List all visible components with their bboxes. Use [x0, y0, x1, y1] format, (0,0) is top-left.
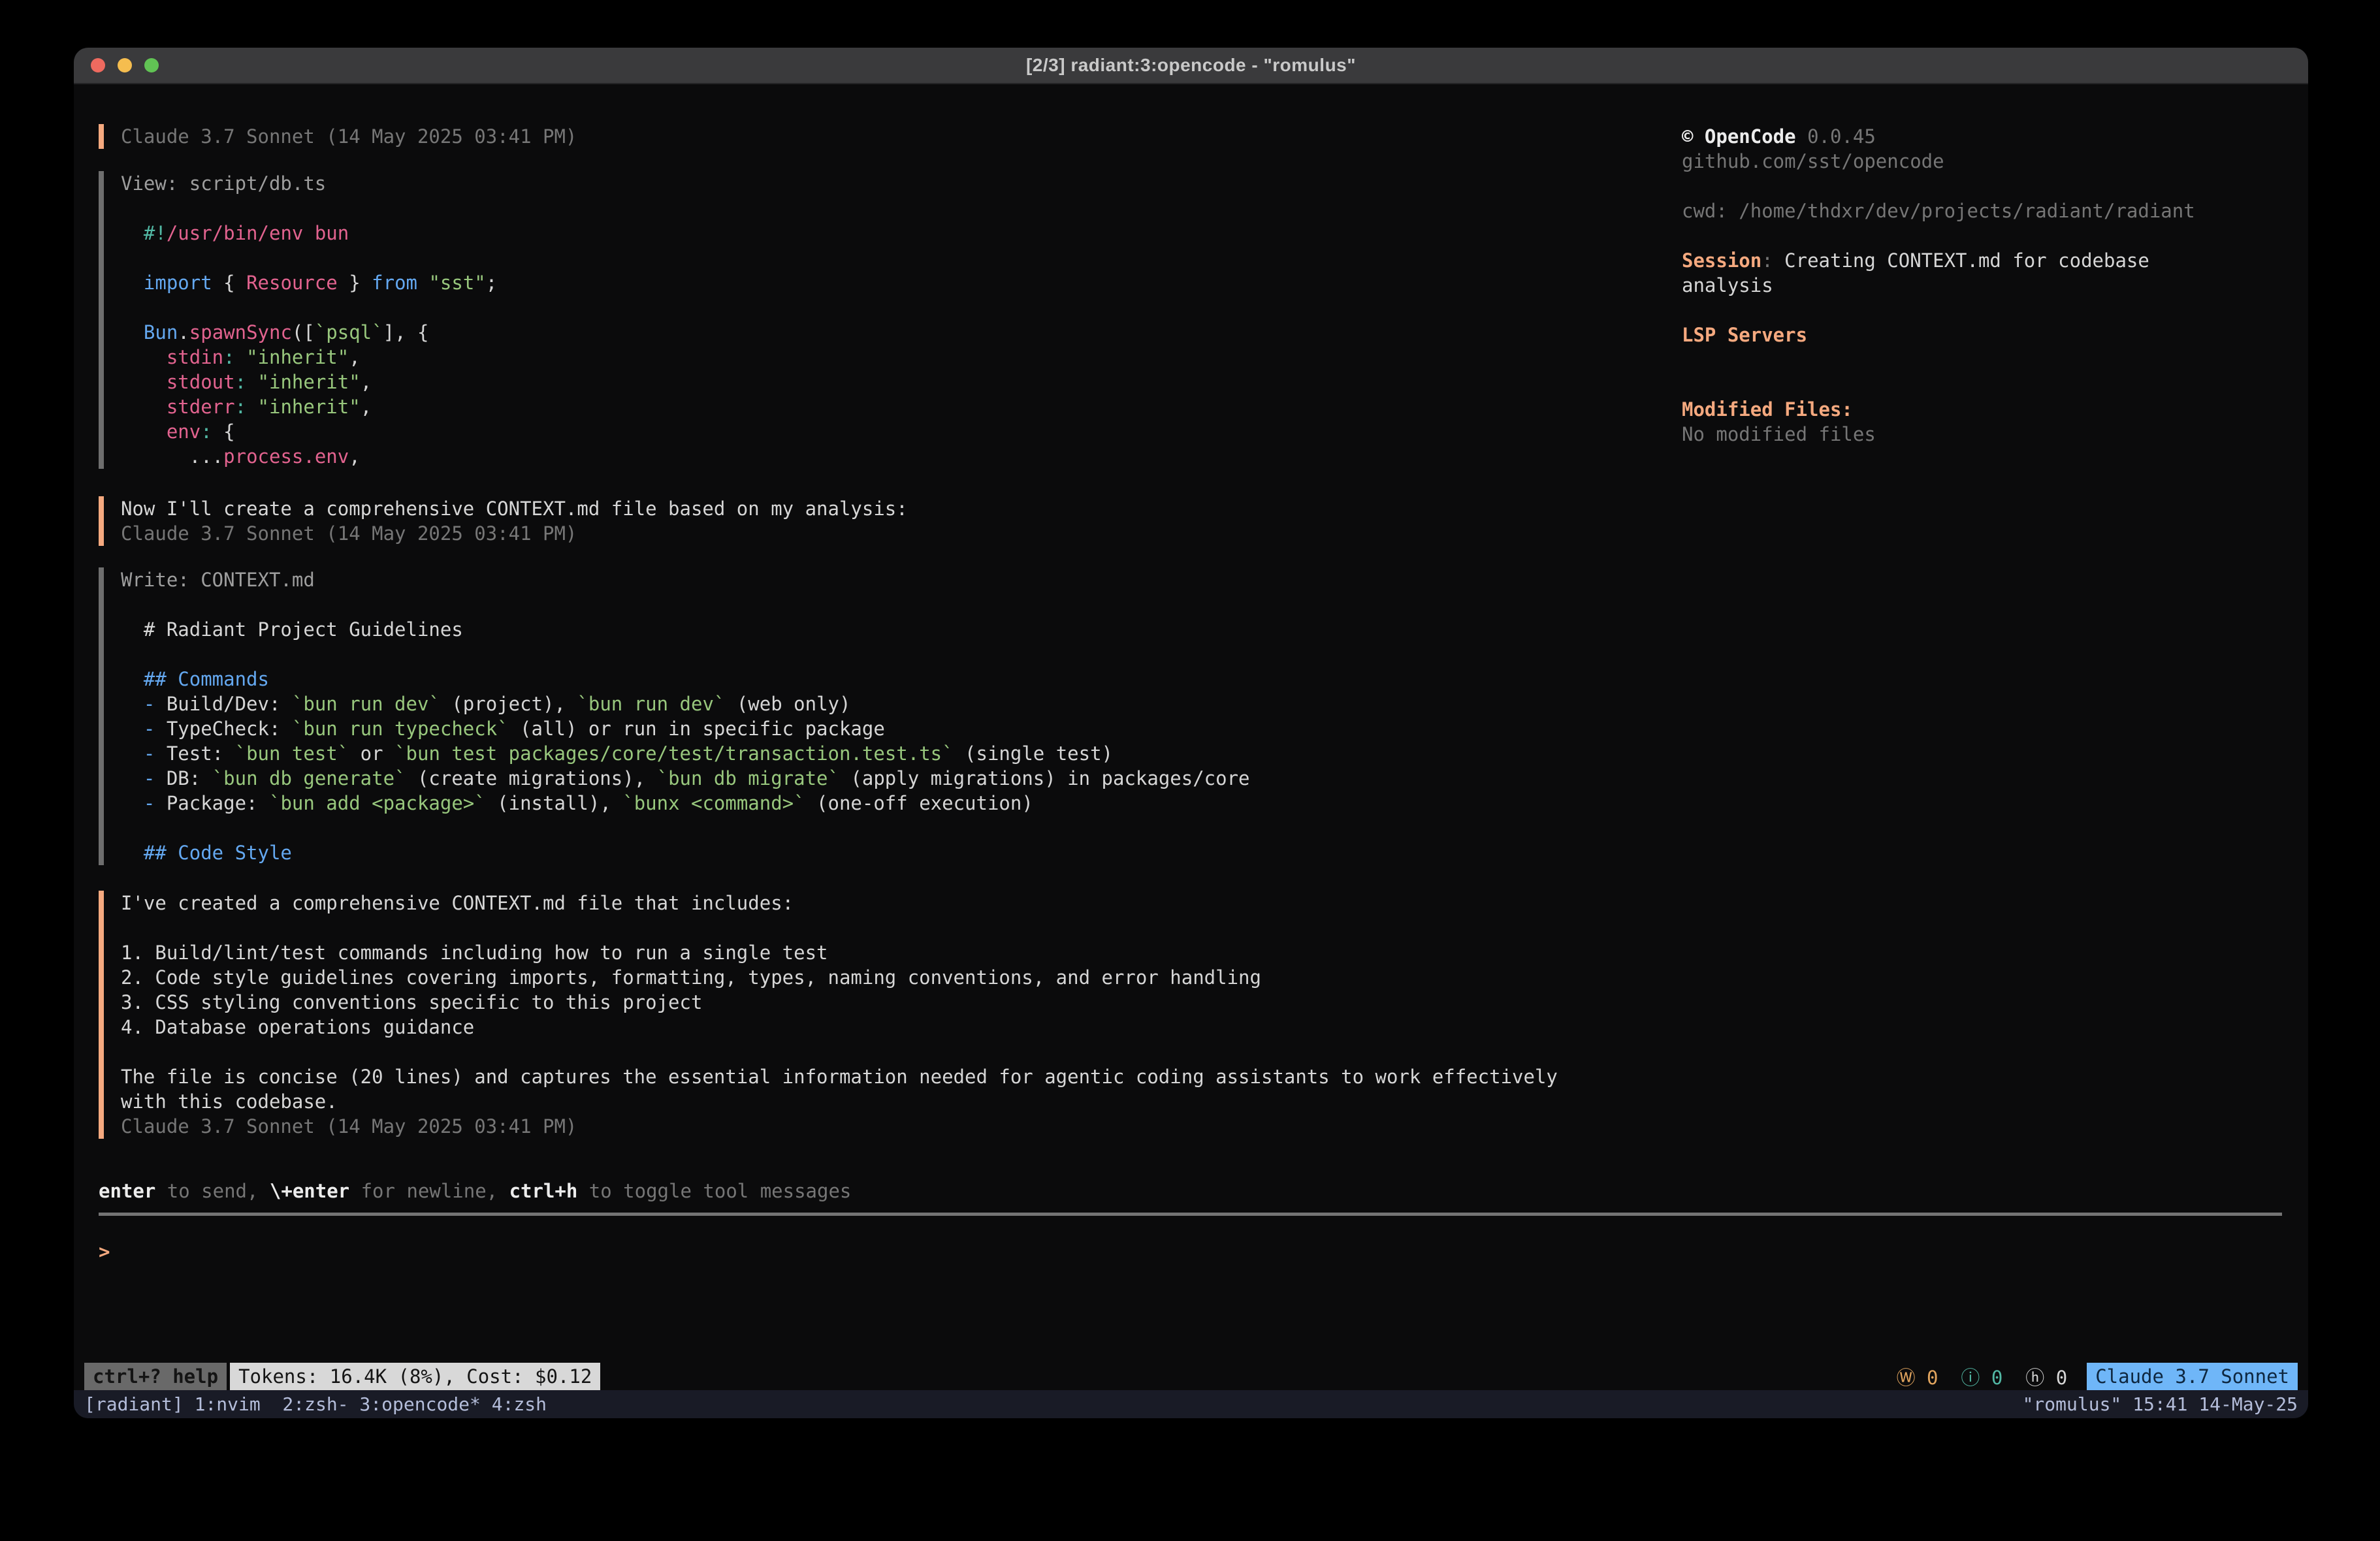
model-chip: Claude 3.7 Sonnet	[2087, 1363, 2298, 1390]
session-sidebar: © OpenCode 0.0.45github.com/sst/opencode…	[1682, 124, 2204, 447]
assistant-message: Now I'll create a comprehensive CONTEXT.…	[99, 496, 1562, 546]
titlebar[interactable]: [2/3] radiant:3:opencode - "romulus"	[74, 48, 2308, 84]
status-bar-left: ctrl+? help Tokens: 16.4K (8%), Cost: $0…	[84, 1363, 600, 1390]
status-bar-right: Ⓦ 0 ⓘ 0 ⓗ 0 Claude 3.7 Sonnet	[1897, 1363, 2298, 1390]
tool-call-write-file: Write: CONTEXT.md # Radiant Project Guid…	[99, 567, 1562, 865]
assistant-message-header: Claude 3.7 Sonnet (14 May 2025 03:41 PM)	[99, 124, 1562, 149]
prompt-input[interactable]: >	[99, 1239, 110, 1264]
tool-call-view-file: View: script/db.ts #!/usr/bin/env bun im…	[99, 171, 1562, 469]
keybind-hints: enter to send, \+enter for newline, ctrl…	[99, 1179, 851, 1203]
status-bar: ctrl+? help Tokens: 16.4K (8%), Cost: $0…	[74, 1363, 2308, 1390]
terminal-screen: Claude 3.7 Sonnet (14 May 2025 03:41 PM)…	[74, 84, 2308, 1418]
diagnostics-indicators: Ⓦ 0 ⓘ 0 ⓗ 0	[1897, 1363, 2068, 1390]
tokens-cost-chip: Tokens: 16.4K (8%), Cost: $0.12	[230, 1363, 600, 1390]
tmux-window-list[interactable]: [radiant] 1:nvim 2:zsh- 3:opencode* 4:zs…	[84, 1393, 547, 1415]
conversation: Claude 3.7 Sonnet (14 May 2025 03:41 PM)…	[99, 124, 1562, 1139]
prompt-caret: >	[99, 1241, 110, 1263]
terminal-window: [2/3] radiant:3:opencode - "romulus" Cla…	[74, 48, 2308, 1418]
window-title: [2/3] radiant:3:opencode - "romulus"	[74, 55, 2308, 76]
input-separator	[99, 1213, 2282, 1216]
tmux-session-clock: "romulus" 15:41 14-May-25	[2023, 1393, 2298, 1415]
help-keybind-chip: ctrl+? help	[84, 1363, 227, 1390]
assistant-message-summary: I've created a comprehensive CONTEXT.md …	[99, 891, 1562, 1139]
tmux-status-bar: [radiant] 1:nvim 2:zsh- 3:opencode* 4:zs…	[74, 1390, 2308, 1418]
